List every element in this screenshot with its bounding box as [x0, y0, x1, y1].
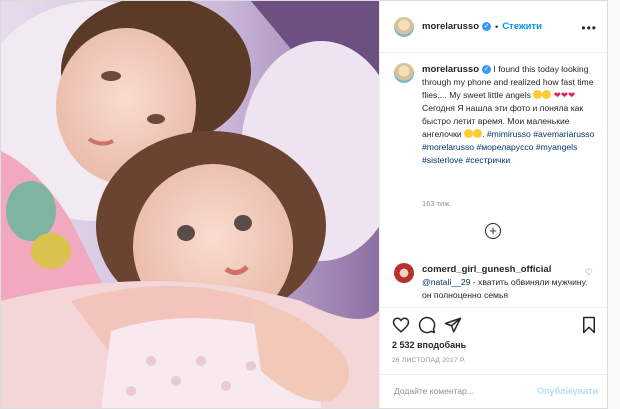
heart-emoji-icon: ❤❤❤ [553, 90, 576, 100]
bookmark-icon[interactable] [580, 316, 598, 334]
more-options-icon[interactable]: ••• [581, 21, 597, 35]
author-avatar[interactable] [394, 16, 414, 37]
smiling-emoji-icon [533, 90, 543, 99]
post-sidebar: morelarusso ✓ • Стежити ••• morelarusso ✓… [379, 1, 607, 408]
hashtag-link[interactable]: #avemariarusso [533, 129, 594, 139]
post-photo[interactable] [1, 1, 379, 408]
follow-button[interactable]: Стежити [502, 21, 542, 32]
add-comment-bar: Опублікувати [380, 374, 607, 408]
comment-icon[interactable] [418, 316, 436, 334]
commenter-avatar[interactable] [394, 263, 414, 283]
verified-badge-icon: ✓ [482, 65, 492, 75]
comment-like-icon[interactable]: ♡ [585, 267, 593, 278]
comment-item: comerd_girl_gunesh_official @natali__29 … [394, 263, 604, 302]
smiling-emoji-icon [464, 129, 474, 138]
share-icon[interactable] [444, 316, 462, 334]
post-date: 26 ЛИСТОПАД 2017 Р. [392, 357, 466, 364]
author-username[interactable]: morelarusso [422, 21, 479, 32]
caption-timestamp: 163 тиж. [422, 199, 452, 208]
comment-text: comerd_girl_gunesh_official @natali__29 … [422, 263, 592, 302]
separator-dot: • [495, 21, 499, 32]
post-header: morelarusso ✓ • Стежити [380, 1, 607, 53]
caption-avatar[interactable] [394, 63, 414, 83]
mention-link[interactable]: @natali__29 [422, 277, 470, 287]
likes-count[interactable]: 2 532 вподобань [392, 340, 466, 350]
heart-icon[interactable] [392, 316, 410, 334]
post-caption: morelarusso ✓ I found this today looking … [394, 63, 604, 167]
post-dialog: morelarusso ✓ • Стежити ••• morelarusso ✓… [0, 0, 608, 409]
hashtag-link[interactable]: #сестрички [465, 155, 510, 165]
hashtag-link[interactable]: #myangels [536, 142, 578, 152]
hashtag-link[interactable]: #sisterlove [422, 155, 463, 165]
page-background-edge [608, 0, 620, 409]
hashtag-link[interactable]: #морелaрyccо [476, 142, 533, 152]
hashtag-link[interactable]: #mimirusso [487, 129, 531, 139]
smiling-emoji-icon [473, 129, 483, 138]
verified-badge-icon: ✓ [482, 22, 492, 31]
plus-circle-icon[interactable]: + [485, 223, 501, 239]
smiling-emoji-icon [542, 90, 552, 99]
caption-text: morelarusso ✓ I found this today looking … [422, 64, 595, 165]
photo-illustration [1, 1, 379, 408]
comment-input[interactable] [392, 385, 536, 397]
caption-username[interactable]: morelarusso [422, 64, 479, 75]
commenter-username[interactable]: comerd_girl_gunesh_official [422, 264, 551, 275]
publish-button[interactable]: Опублікувати [537, 386, 598, 396]
action-bar [380, 307, 607, 341]
hashtag-link[interactable]: #morelarusso [422, 142, 474, 152]
